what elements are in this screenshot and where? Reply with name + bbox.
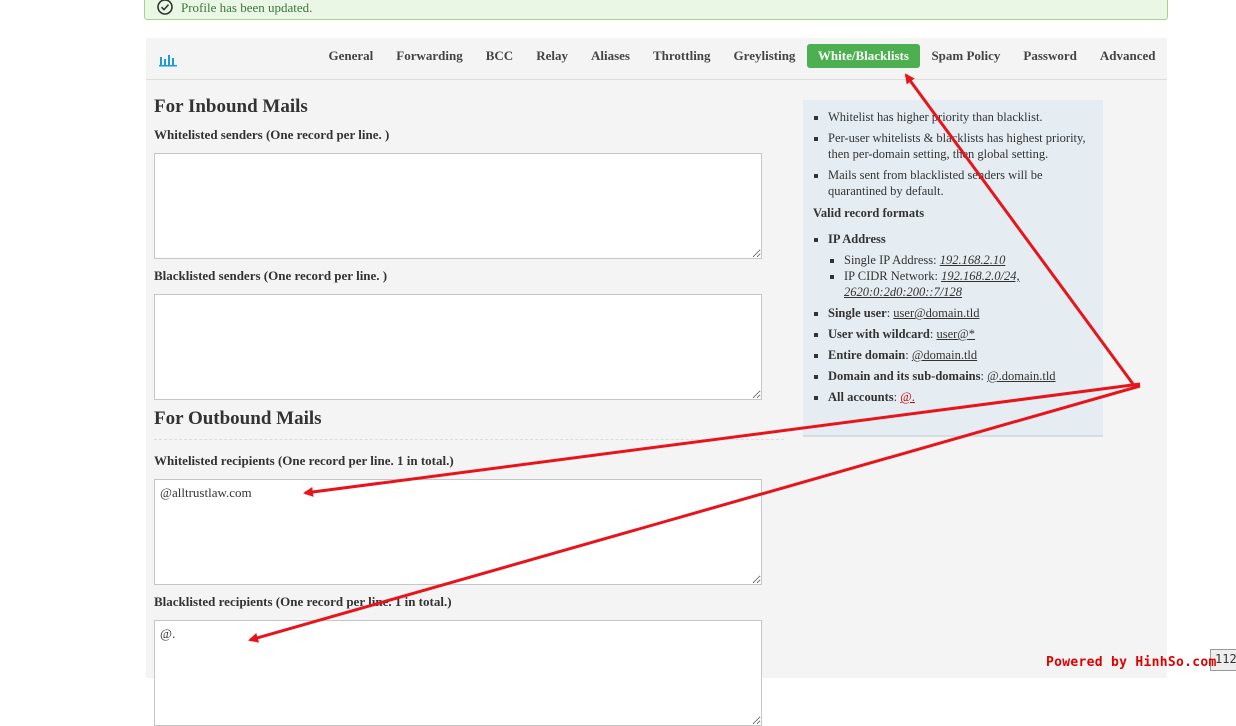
check-circle-icon: [157, 0, 173, 19]
format-example: @.: [900, 390, 915, 404]
help-box: Whitelist has higher priority than black…: [803, 100, 1103, 437]
tab-general[interactable]: General: [317, 44, 385, 68]
format-item: Entire domain: @domain.tld: [828, 347, 1093, 363]
formats-title: Valid record formats: [813, 206, 925, 220]
help-note: Whitelist has higher priority than black…: [828, 109, 1093, 125]
watermark: Powered by HinhSo.com: [1046, 655, 1217, 670]
blacklisted-senders-input[interactable]: [154, 294, 762, 400]
section-divider: [154, 439, 784, 440]
success-alert: Profile has been updated.: [144, 0, 1168, 20]
tab-throttling[interactable]: Throttling: [641, 44, 722, 68]
format-label: Domain and its sub-domains: [828, 369, 981, 383]
format-item: Single user: user@domain.tld: [828, 305, 1093, 321]
whitelisted-recipients-input[interactable]: [154, 479, 762, 585]
tab-password[interactable]: Password: [1012, 44, 1088, 68]
inbound-heading: For Inbound Mails: [154, 96, 308, 117]
format-example: user@domain.tld: [893, 306, 980, 320]
outbound-heading: For Outbound Mails: [154, 408, 322, 429]
format-example: 192.168.2.10: [939, 253, 1006, 267]
format-item: User with wildcard: user@*: [828, 326, 1093, 342]
tab-bcc[interactable]: BCC: [474, 44, 524, 68]
format-cidr: IP CIDR Network: 192.168.2.0/24, 2620:0:…: [844, 268, 1093, 300]
form-column: For Inbound Mails Whitelisted senders (O…: [154, 96, 784, 726]
tab-white-blacklists[interactable]: White/Blacklists: [806, 44, 920, 68]
format-sub-label: Single IP Address:: [844, 253, 937, 267]
tab-aliases[interactable]: Aliases: [579, 44, 641, 68]
help-notes: Whitelist has higher priority than black…: [813, 109, 1093, 199]
blacklisted-recipients-label: Blacklisted recipients (One record per l…: [154, 594, 452, 609]
tab-spam-policy[interactable]: Spam Policy: [920, 44, 1012, 68]
format-item: All accounts: @.: [828, 389, 1093, 405]
blacklisted-senders-label: Blacklisted senders (One record per line…: [154, 268, 388, 283]
help-note: Mails sent from blacklisted senders will…: [828, 167, 1093, 199]
whitelisted-senders-input[interactable]: [154, 153, 762, 259]
formats-list: IP Address Single IP Address: 192.168.2.…: [813, 231, 1093, 405]
tab-forwarding[interactable]: Forwarding: [385, 44, 474, 68]
whitelisted-senders-label: Whitelisted senders (One record per line…: [154, 127, 390, 142]
format-example: @.domain.tld: [987, 369, 1056, 383]
help-note: Per-user whitelists & blacklists has hig…: [828, 130, 1093, 162]
alert-message: Profile has been updated.: [181, 0, 313, 15]
whitelisted-recipients-label: Whitelisted recipients (One record per l…: [154, 453, 454, 468]
bar-chart-icon[interactable]: [159, 51, 177, 72]
format-ip-address: IP Address Single IP Address: 192.168.2.…: [828, 231, 1093, 300]
format-single-ip: Single IP Address: 192.168.2.10: [844, 252, 1093, 268]
tab-relay[interactable]: Relay: [525, 44, 580, 68]
tab-greylisting[interactable]: Greylisting: [722, 44, 807, 68]
format-example: user@*: [936, 327, 976, 341]
format-label: User with wildcard: [828, 327, 930, 341]
format-label: Entire domain: [828, 348, 906, 362]
tab-bar: General Forwarding BCC Relay Aliases Thr…: [146, 38, 1167, 80]
format-item: Domain and its sub-domains: @.domain.tld: [828, 368, 1093, 384]
blacklisted-recipients-input[interactable]: [154, 620, 762, 726]
tab-advanced[interactable]: Advanced: [1088, 44, 1167, 68]
format-example: @domain.tld: [911, 348, 978, 362]
format-sub-label: IP CIDR Network:: [844, 269, 938, 283]
settings-panel: General Forwarding BCC Relay Aliases Thr…: [146, 38, 1167, 726]
tab-list: General Forwarding BCC Relay Aliases Thr…: [317, 44, 1167, 68]
format-label: IP Address: [828, 232, 886, 246]
format-label: Single user: [828, 306, 887, 320]
format-label: All accounts: [828, 390, 894, 404]
